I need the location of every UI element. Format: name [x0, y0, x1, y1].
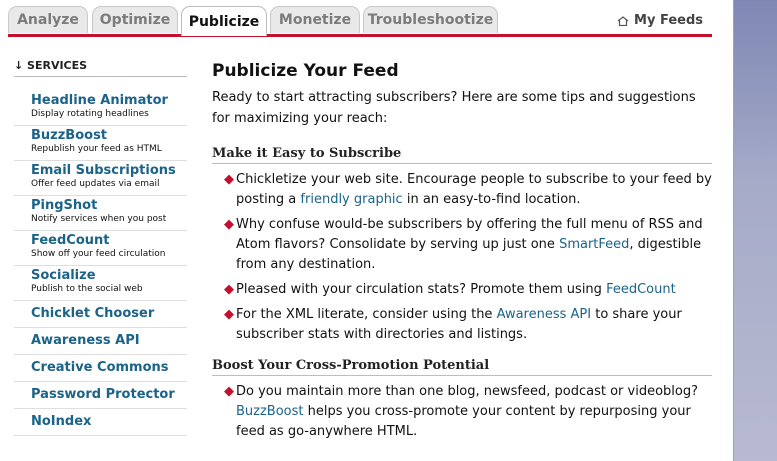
service-noindex[interactable]: NoIndex — [14, 409, 187, 436]
service-name: Password Protector — [31, 387, 175, 402]
service-name: Email Subscriptions — [31, 163, 176, 178]
tab-analyze[interactable]: Analyze — [8, 6, 88, 33]
service-buzzboost[interactable]: BuzzBoost Republish your feed as HTML — [14, 126, 187, 161]
service-desc: Republish your feed as HTML — [31, 144, 162, 154]
service-headline-animator[interactable]: Headline Animator Display rotating headl… — [14, 91, 187, 126]
list-item: ◆ Pleased with your circulation stats? P… — [212, 280, 712, 300]
service-pingshot[interactable]: PingShot Notify services when you post — [14, 196, 187, 231]
service-name: NoIndex — [31, 414, 92, 429]
service-creative-commons[interactable]: Creative Commons — [14, 355, 187, 382]
service-desc: Publish to the social web — [31, 284, 143, 294]
service-feedcount[interactable]: FeedCount Show off your feed circulation — [14, 231, 187, 266]
tab-optimize[interactable]: Optimize — [92, 6, 178, 33]
service-name: Awareness API — [31, 333, 140, 348]
diamond-bullet-icon: ◆ — [224, 282, 234, 297]
service-socialize[interactable]: Socialize Publish to the social web — [14, 266, 187, 301]
subscribe-tips-list: ◆ Chickletize your web site. Encourage p… — [212, 170, 712, 345]
service-name: BuzzBoost — [31, 128, 108, 143]
my-feeds-link[interactable]: My Feeds — [617, 13, 703, 28]
list-item: ◆ Do you maintain more than one blog, ne… — [224, 384, 698, 439]
section-title-subscribe: Make it Easy to Subscribe — [212, 146, 712, 164]
side-gradient-panel — [733, 0, 777, 461]
friendly-graphic-link[interactable]: friendly graphic — [300, 192, 402, 207]
diamond-bullet-icon: ◆ — [224, 307, 234, 322]
service-name: Creative Commons — [31, 360, 169, 375]
service-password-protector[interactable]: Password Protector — [14, 382, 187, 409]
tab-publicize[interactable]: Publicize — [181, 6, 267, 36]
service-desc: Offer feed updates via email — [31, 179, 160, 189]
services-heading[interactable]: ↓ SERVICES — [14, 59, 187, 77]
tab-troubleshootize[interactable]: Troubleshootize — [363, 6, 498, 33]
tab-monetize[interactable]: Monetize — [270, 6, 360, 33]
feedcount-link[interactable]: FeedCount — [606, 282, 676, 297]
service-name: Socialize — [31, 268, 96, 283]
buzzboost-link[interactable]: BuzzBoost — [236, 404, 304, 419]
home-icon — [617, 15, 629, 26]
services-list: Headline Animator Display rotating headl… — [14, 91, 187, 436]
smartfeed-link[interactable]: SmartFeed — [559, 237, 629, 252]
intro-text: Ready to start attracting subscribers? H… — [212, 90, 696, 126]
diamond-bullet-icon: ◆ — [224, 172, 234, 187]
service-awareness-api[interactable]: Awareness API — [14, 328, 187, 355]
service-name: FeedCount — [31, 233, 110, 248]
service-desc: Show off your feed circulation — [31, 249, 166, 259]
service-desc: Display rotating headlines — [31, 109, 149, 119]
list-item: ◆ For the XML literate, consider using t… — [224, 307, 682, 342]
service-desc: Notify services when you post — [31, 214, 167, 224]
service-name: Headline Animator — [31, 93, 168, 108]
list-item: ◆ Chickletize your web site. Encourage p… — [224, 172, 712, 207]
list-item: ◆ Why confuse would-be subscribers by of… — [224, 217, 703, 272]
section-title-cross-promotion: Boost Your Cross-Promotion Potential — [212, 358, 712, 376]
service-name: PingShot — [31, 198, 98, 213]
service-email-subscriptions[interactable]: Email Subscriptions Offer feed updates v… — [14, 161, 187, 196]
tab-underline — [8, 34, 712, 37]
cross-promotion-tips-list: ◆ Do you maintain more than one blog, ne… — [212, 382, 712, 442]
service-chicklet-chooser[interactable]: Chicklet Chooser — [14, 301, 187, 328]
awareness-api-link[interactable]: Awareness API — [497, 307, 592, 322]
service-name: Chicklet Chooser — [31, 306, 155, 321]
diamond-bullet-icon: ◆ — [224, 217, 234, 232]
my-feeds-label: My Feeds — [634, 13, 703, 28]
page-title: Publicize Your Feed — [212, 61, 399, 81]
diamond-bullet-icon: ◆ — [224, 384, 234, 399]
main-content: Publicize Your Feed Ready to start attra… — [212, 61, 712, 447]
